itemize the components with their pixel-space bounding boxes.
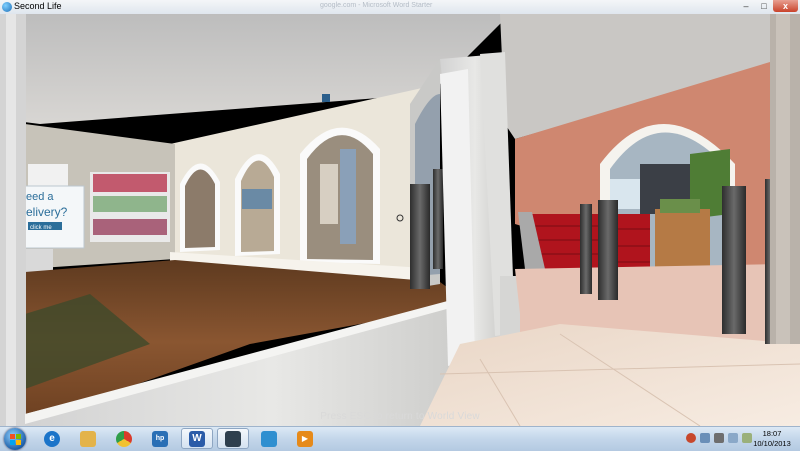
world-viewport[interactable]: eed a elivery? click me Press ESC to ret… bbox=[0, 14, 800, 426]
delivery-sign[interactable]: eed a elivery? click me bbox=[23, 185, 85, 249]
tray-network-icon[interactable] bbox=[700, 433, 710, 443]
close-button[interactable]: x bbox=[773, 0, 798, 12]
windows-taskbar: e hp W ▶ 18:07 10/10/2013 bbox=[0, 426, 800, 451]
taskbar-media-player[interactable]: ▶ bbox=[289, 428, 321, 449]
media-player-icon: ▶ bbox=[297, 430, 313, 447]
taskbar-internet-explorer[interactable]: e bbox=[36, 428, 68, 449]
arched-window-2 bbox=[235, 154, 280, 256]
dark-pillar-left bbox=[410, 184, 430, 289]
taskbar-hp[interactable]: hp bbox=[144, 428, 176, 449]
plaza-pillar-1 bbox=[580, 204, 592, 294]
hp-icon: hp bbox=[152, 430, 168, 447]
taskbar-file-explorer[interactable] bbox=[72, 428, 104, 449]
maximize-button[interactable]: □ bbox=[755, 0, 773, 12]
file-explorer-icon bbox=[80, 430, 96, 447]
background-window-title: google.com - Microsoft Word Starter bbox=[320, 2, 433, 9]
taskbar-second-life[interactable] bbox=[217, 428, 249, 449]
arched-window-3 bbox=[300, 127, 380, 265]
clock-time: 18:07 bbox=[762, 429, 782, 438]
chrome-icon bbox=[116, 430, 132, 447]
sign-line-2: elivery? bbox=[26, 205, 68, 219]
windows-logo-q4 bbox=[16, 440, 21, 445]
window-titlebar[interactable]: Second Life google.com - Microsoft Word … bbox=[0, 0, 800, 15]
windows-logo-q3 bbox=[10, 440, 15, 445]
taskbar-chrome[interactable] bbox=[108, 428, 140, 449]
minimize-button[interactable]: – bbox=[737, 0, 755, 12]
tray-volume-icon[interactable] bbox=[728, 433, 738, 443]
sign-line-1: eed a bbox=[26, 191, 54, 203]
plaza-pillar-3 bbox=[722, 186, 746, 334]
planter-box bbox=[655, 209, 710, 269]
floating-cube[interactable] bbox=[322, 94, 330, 102]
taskbar-clock[interactable]: 18:07 10/10/2013 bbox=[748, 429, 796, 449]
taskbar-word[interactable]: W bbox=[181, 428, 213, 449]
photo-app-icon bbox=[261, 430, 277, 447]
windows-logo-icon bbox=[10, 434, 15, 439]
windows-logo-q2 bbox=[16, 434, 21, 439]
left-column-highlight bbox=[6, 14, 16, 426]
window-title: Second Life bbox=[14, 1, 62, 11]
taskbar-photo-app[interactable] bbox=[253, 428, 285, 449]
world-scene[interactable]: eed a elivery? click me bbox=[0, 14, 800, 426]
planter-greenery bbox=[660, 199, 700, 213]
dark-pillar-far bbox=[433, 169, 443, 269]
second-life-app-icon bbox=[2, 2, 12, 12]
right-column-highlight bbox=[776, 14, 790, 344]
start-button[interactable] bbox=[4, 428, 26, 450]
tray-flag-icon[interactable] bbox=[714, 433, 724, 443]
arched-window-1 bbox=[180, 163, 220, 252]
mouselook-esc-hint: Press ESC to return to World View bbox=[320, 411, 480, 422]
plaza-pillar-2 bbox=[598, 200, 618, 300]
word-icon: W bbox=[189, 430, 205, 447]
sign-line-3: click me bbox=[30, 225, 52, 231]
clock-date: 10/10/2013 bbox=[753, 439, 791, 448]
system-tray bbox=[686, 433, 752, 443]
tray-alert-icon[interactable] bbox=[686, 433, 696, 443]
internet-explorer-icon: e bbox=[44, 430, 60, 447]
second-life-icon bbox=[225, 430, 241, 447]
